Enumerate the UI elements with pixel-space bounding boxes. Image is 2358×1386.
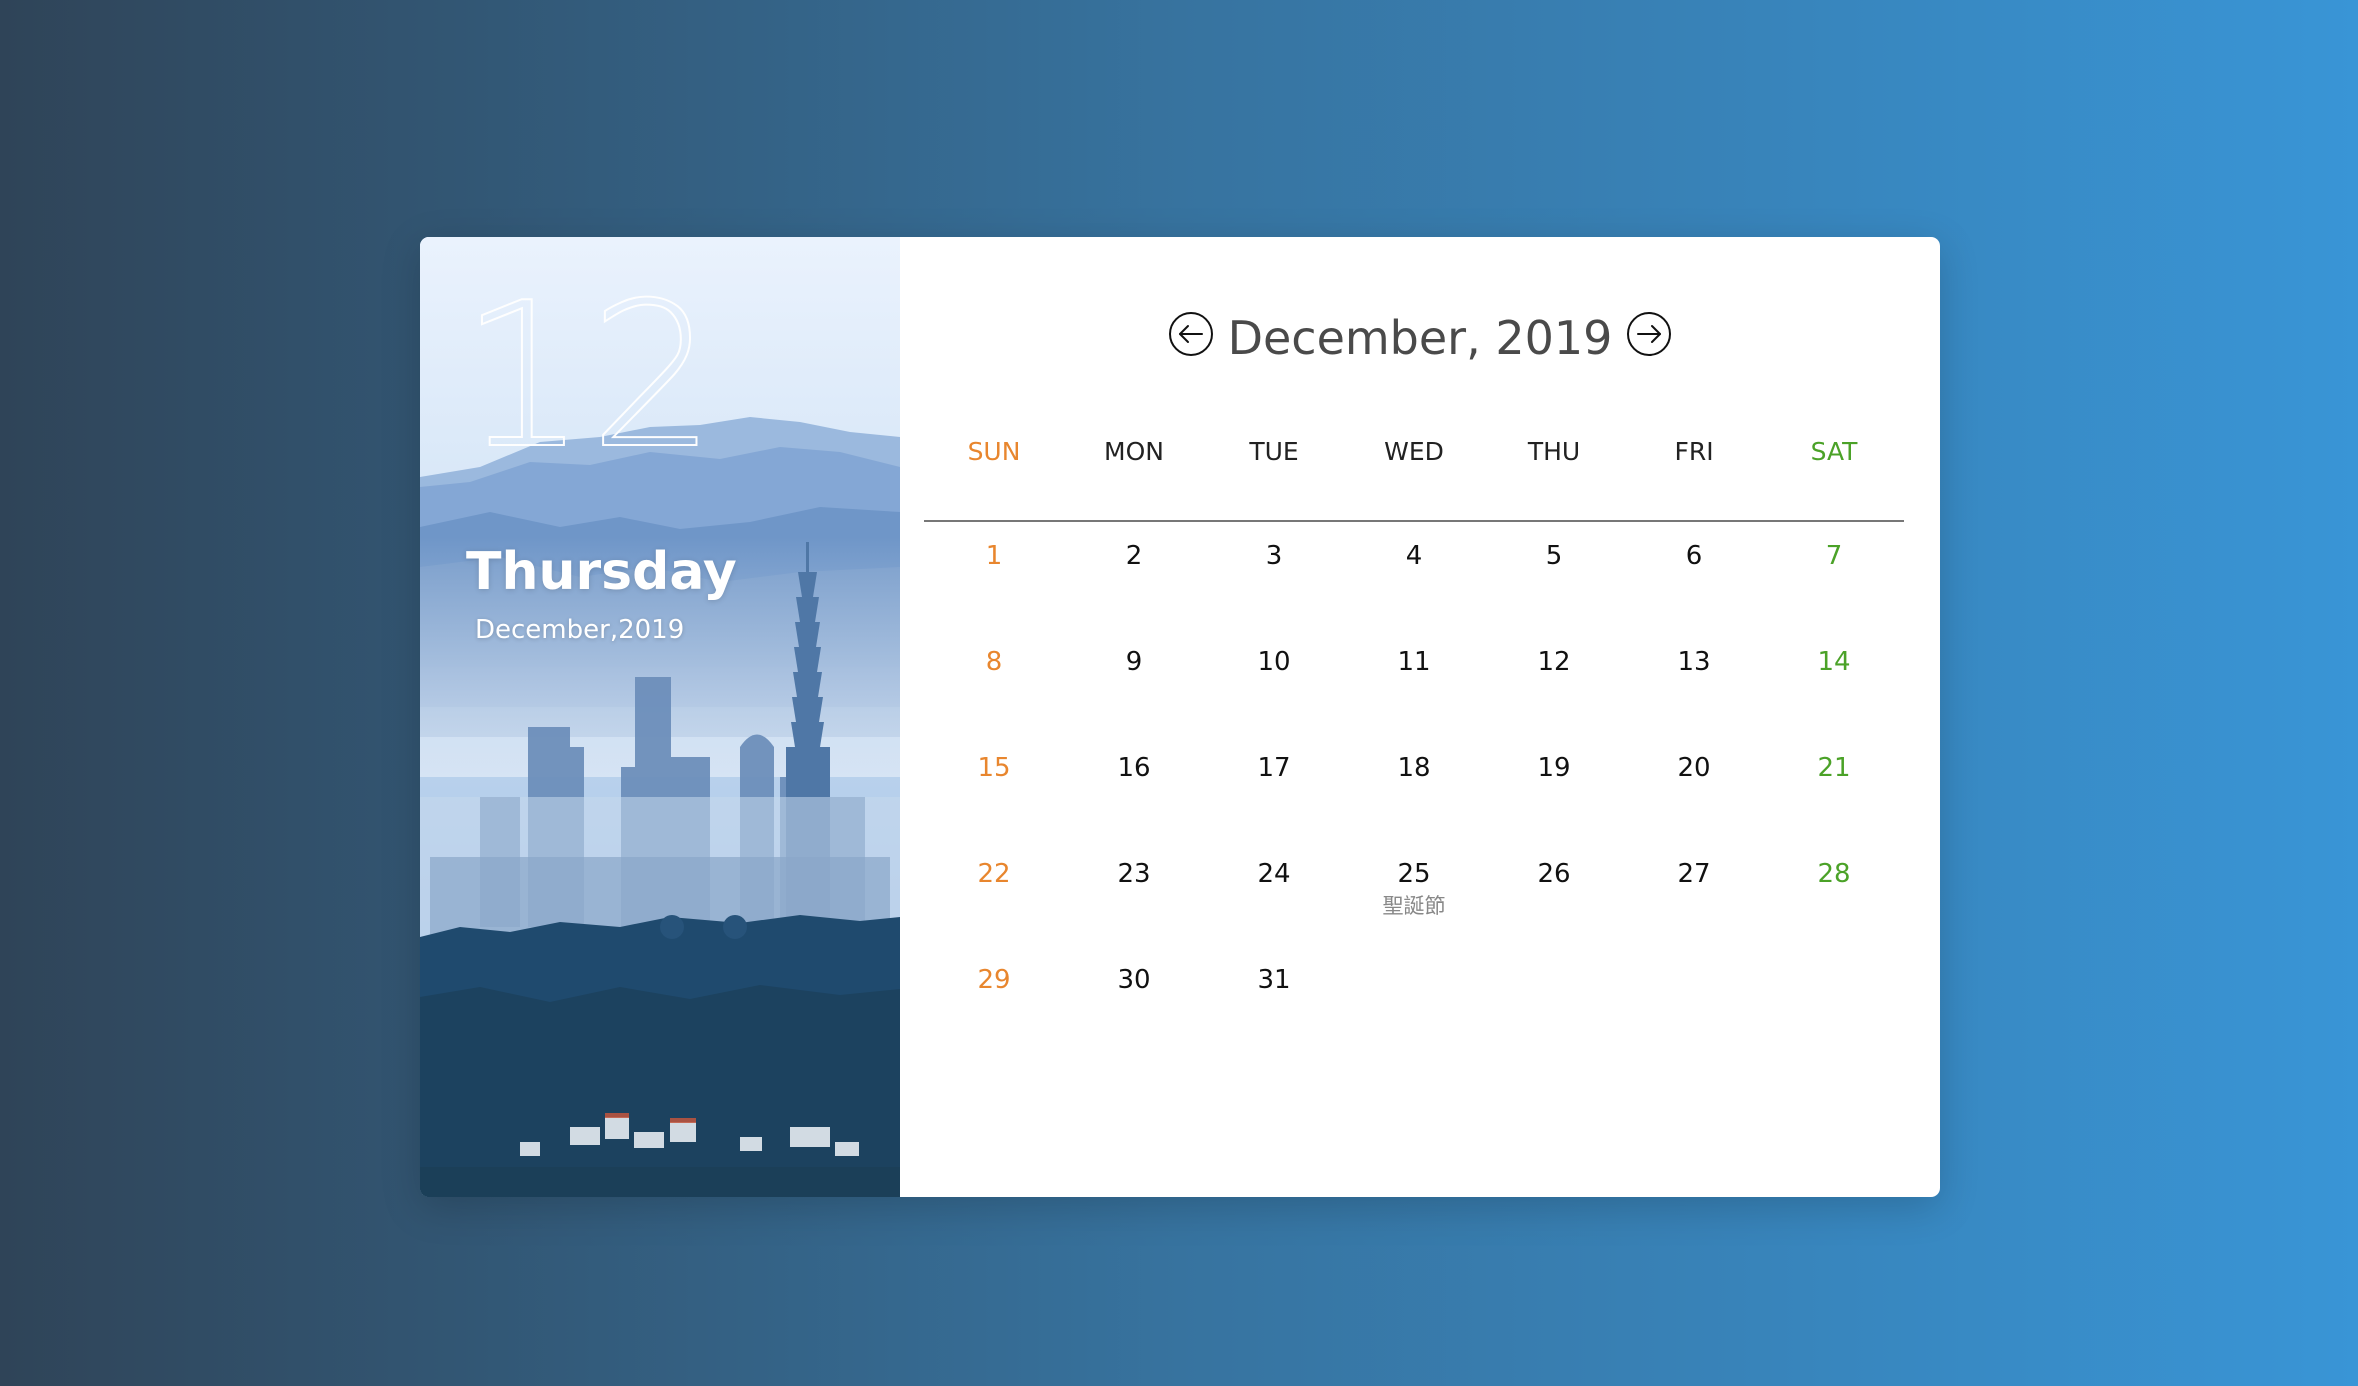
- day-cell[interactable]: 20: [1624, 751, 1764, 857]
- day-cell[interactable]: 11: [1344, 645, 1484, 751]
- day-cell[interactable]: 28: [1764, 857, 1904, 963]
- day-cell[interactable]: 3: [1204, 539, 1344, 645]
- day-number: 13: [1677, 647, 1711, 677]
- day-number: 28: [1817, 859, 1851, 889]
- day-cell[interactable]: 18: [1344, 751, 1484, 857]
- day-number: 5: [1545, 541, 1563, 571]
- day-number: 26: [1537, 859, 1571, 889]
- selected-day-number: 12: [459, 260, 719, 493]
- weekday-header-row: SUN MON TUE WED THU FRI SAT: [924, 437, 1904, 466]
- month-title: December, 2019: [1227, 311, 1613, 365]
- day-number: 24: [1257, 859, 1291, 889]
- weekday-header-sun: SUN: [967, 437, 1021, 466]
- day-cell[interactable]: 2: [1064, 539, 1204, 645]
- arrow-left-circle-icon: [1168, 312, 1213, 356]
- day-cell[interactable]: 12: [1484, 645, 1624, 751]
- day-number: 2: [1125, 541, 1143, 571]
- month-view-panel: December, 2019 SUN MON TUE WED THU FRI S…: [900, 237, 1940, 1197]
- day-cell[interactable]: 14: [1764, 645, 1904, 751]
- day-cell[interactable]: 6: [1624, 539, 1764, 645]
- day-number: 10: [1257, 647, 1291, 677]
- day-number: 18: [1397, 753, 1431, 783]
- day-number: 8: [985, 647, 1003, 677]
- day-number: 31: [1257, 965, 1291, 995]
- day-number: 7: [1825, 541, 1843, 571]
- empty-day-cell: [1344, 963, 1484, 1069]
- selected-month-year: December,2019: [475, 615, 685, 645]
- month-header: December, 2019: [900, 305, 1940, 371]
- weekday-header-mon: MON: [1104, 437, 1164, 466]
- day-cell[interactable]: 21: [1764, 751, 1904, 857]
- day-cell[interactable]: 1: [924, 539, 1064, 645]
- day-number: 15: [977, 753, 1011, 783]
- day-number: 4: [1405, 541, 1423, 571]
- arrow-right-circle-icon: [1627, 312, 1672, 356]
- weekday-header-fri: FRI: [1674, 437, 1714, 466]
- day-cell[interactable]: 9: [1064, 645, 1204, 751]
- day-cell[interactable]: 22: [924, 857, 1064, 963]
- day-number: 19: [1537, 753, 1571, 783]
- day-number: 29: [977, 965, 1011, 995]
- days-grid: 1 2 3 4 5 6 7 8 9 10 11 12 13 14 15 16 17 18 19 20 21 22 23 24 2…: [924, 539, 1904, 1069]
- empty-day-cell: [1484, 963, 1624, 1069]
- day-number: 23: [1117, 859, 1151, 889]
- day-number: 27: [1677, 859, 1711, 889]
- day-number: 1: [985, 541, 1003, 571]
- day-cell[interactable]: 8: [924, 645, 1064, 751]
- next-month-button[interactable]: [1626, 311, 1672, 357]
- day-cell[interactable]: 13: [1624, 645, 1764, 751]
- day-number: 6: [1685, 541, 1703, 571]
- day-cell[interactable]: 16: [1064, 751, 1204, 857]
- day-cell[interactable]: 10: [1204, 645, 1344, 751]
- weekday-header-sat: SAT: [1810, 437, 1858, 466]
- day-cell[interactable]: 31: [1204, 963, 1344, 1069]
- empty-day-cell: [1764, 963, 1904, 1069]
- day-number: 14: [1817, 647, 1851, 677]
- weekday-header-wed: WED: [1384, 437, 1444, 466]
- day-number: 20: [1677, 753, 1711, 783]
- day-cell[interactable]: 15: [924, 751, 1064, 857]
- day-number: 25: [1397, 859, 1431, 889]
- weekday-header-tue: TUE: [1249, 437, 1299, 466]
- day-cell[interactable]: 30: [1064, 963, 1204, 1069]
- day-cell[interactable]: 23: [1064, 857, 1204, 963]
- day-number: 3: [1265, 541, 1283, 571]
- selected-weekday: Thursday: [466, 542, 737, 602]
- day-cell[interactable]: 27: [1624, 857, 1764, 963]
- day-cell[interactable]: 4: [1344, 539, 1484, 645]
- day-cell[interactable]: 5: [1484, 539, 1624, 645]
- day-cell[interactable]: 17: [1204, 751, 1344, 857]
- day-cell[interactable]: 25 聖誕節: [1344, 857, 1484, 963]
- calendar-card: 12 Thursday December,2019 December, 2019: [420, 237, 1940, 1197]
- empty-day-cell: [1624, 963, 1764, 1069]
- day-cell[interactable]: 26: [1484, 857, 1624, 963]
- day-number: 30: [1117, 965, 1151, 995]
- day-number: 17: [1257, 753, 1291, 783]
- day-cell[interactable]: 29: [924, 963, 1064, 1069]
- day-number: 16: [1117, 753, 1151, 783]
- header-divider: [924, 520, 1904, 522]
- day-cell[interactable]: 24: [1204, 857, 1344, 963]
- selected-date-panel: 12 Thursday December,2019: [420, 237, 900, 1197]
- day-number: 11: [1397, 647, 1431, 677]
- weekday-header-thu: THU: [1527, 437, 1581, 466]
- day-cell[interactable]: 19: [1484, 751, 1624, 857]
- day-number: 22: [977, 859, 1011, 889]
- day-number: 12: [1537, 647, 1571, 677]
- day-number: 21: [1817, 753, 1851, 783]
- day-number: 9: [1125, 647, 1143, 677]
- day-cell[interactable]: 7: [1764, 539, 1904, 645]
- holiday-label: 聖誕節: [1382, 894, 1446, 918]
- prev-month-button[interactable]: [1168, 311, 1214, 357]
